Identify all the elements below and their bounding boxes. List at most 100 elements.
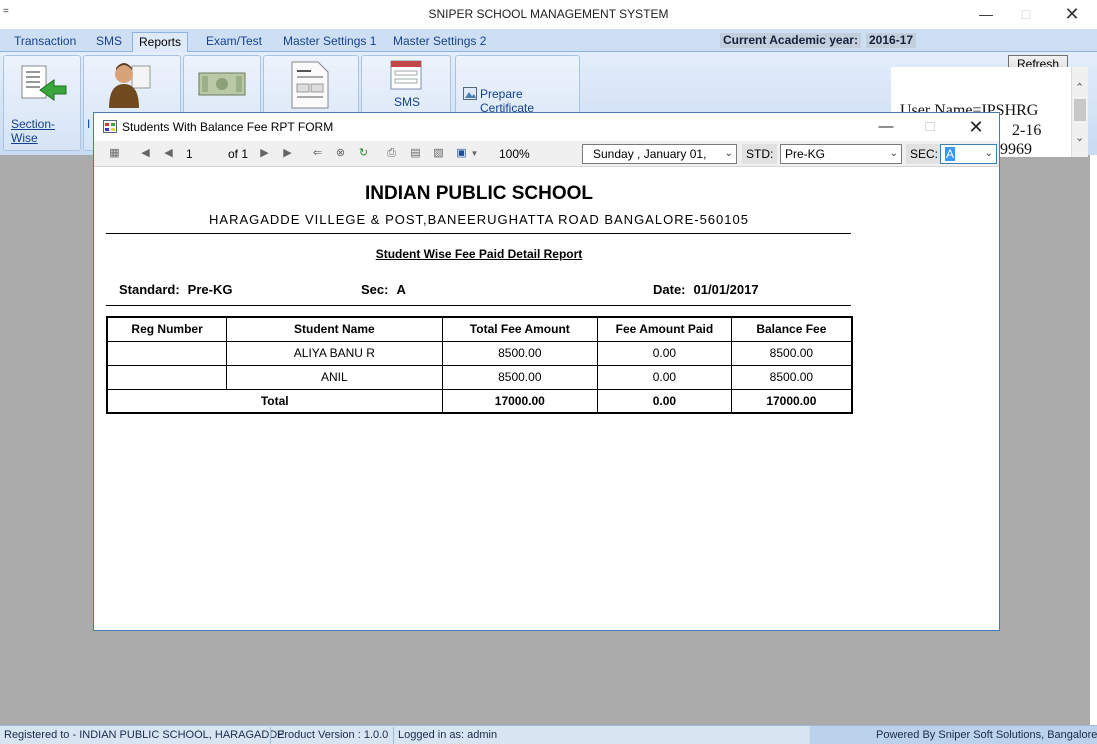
zoom-level[interactable]: 100% — [499, 147, 530, 161]
sms-label: SMS — [394, 95, 421, 109]
minimize-icon[interactable]: — — [966, 2, 1006, 26]
tab-master-settings-2[interactable]: Master Settings 2 — [387, 32, 492, 52]
previous-page-icon[interactable]: ◀ — [162, 147, 175, 160]
save-icon[interactable]: ▣ — [455, 147, 468, 160]
section-label: Sec: — [361, 282, 389, 297]
print-layout-icon[interactable]: ▤ — [409, 147, 422, 160]
std-value: Pre-KG — [785, 147, 826, 161]
total-fee-cell: 8500.00 — [441, 364, 599, 390]
sms-form-icon — [390, 60, 422, 90]
maximize-icon[interactable]: □ — [912, 116, 948, 138]
chevron-down-icon[interactable]: ⌄ — [985, 145, 993, 163]
date-picker[interactable]: Sunday , January 01, ⌄ — [582, 144, 737, 164]
tab-exam-test[interactable]: Exam/Test — [200, 32, 268, 52]
school-address: HARAGADDE VILLEGE & POST,BANEERUGHATTA R… — [209, 212, 749, 227]
date-value: Sunday , January 01, — [593, 147, 707, 161]
reg-number-cell — [106, 364, 228, 390]
total-fee-cell: 8500.00 — [441, 340, 599, 366]
report-title: Student Wise Fee Paid Detail Report — [375, 247, 583, 261]
page-setup-icon[interactable]: ▧ — [432, 147, 445, 160]
picture-icon — [463, 87, 477, 100]
column-header: Fee Amount Paid — [597, 316, 732, 342]
divider — [106, 305, 851, 306]
refresh-icon[interactable]: ↻ — [357, 147, 370, 160]
fee-paid-cell: 0.00 — [597, 340, 732, 366]
column-header: Student Name — [226, 316, 443, 342]
section-value: A — [396, 282, 406, 297]
report-page: INDIAN PUBLIC SCHOOL HARAGADDE VILLEGE &… — [94, 167, 999, 630]
divider — [106, 233, 851, 234]
next-page-icon[interactable]: ▶ — [258, 147, 271, 160]
tab-master-settings-1[interactable]: Master Settings 1 — [277, 32, 382, 52]
group-tree-icon[interactable]: ▦ — [108, 147, 121, 160]
chevron-down-icon[interactable]: ⌄ — [725, 145, 733, 163]
table-row: ALIYA BANU R 8500.00 0.00 8500.00 — [106, 340, 853, 366]
sec-select[interactable]: A ⌄ — [940, 144, 997, 164]
form-icon — [103, 120, 117, 133]
stop-icon[interactable]: ⊗ — [334, 147, 347, 160]
sms-button[interactable]: SMS — [378, 58, 434, 116]
report-viewer-toolbar: ▦ ◀ ◀ 1 of 1 ▶ ▶ ⇐ ⊗ ↻ ⎙ ▤ ▧ ▣ ▼ 100% Su… — [94, 141, 999, 167]
report-window: Students With Balance Fee RPT FORM — □ ✕… — [93, 112, 1000, 631]
minimize-icon[interactable]: — — [868, 116, 904, 138]
back-icon[interactable]: ⇐ — [311, 147, 324, 160]
status-separator — [393, 727, 394, 744]
print-icon[interactable]: ⎙ — [385, 147, 398, 160]
close-icon[interactable]: ✕ — [958, 116, 994, 138]
column-header: Reg Number — [106, 316, 228, 342]
last-page-icon[interactable]: ▶ — [281, 147, 294, 160]
fee-paid-cell: 0.00 — [597, 364, 732, 390]
date-label: Date: — [653, 282, 686, 297]
total-balance-sum-cell: 17000.00 — [730, 388, 853, 414]
scroll-down-icon[interactable]: ⌄ — [1075, 131, 1084, 144]
sec-label: SEC: — [906, 144, 943, 164]
logged-in-text: Logged in as: admin — [398, 729, 498, 741]
page-count-label: of 1 — [228, 147, 249, 161]
table-header-row: Reg Number Student Name Total Fee Amount… — [106, 316, 853, 342]
student-name-cell: ANIL — [226, 364, 443, 390]
main-titlebar: = SNIPER SCHOOL MANAGEMENT SYSTEM — □ ✕ — [0, 0, 1097, 29]
maximize-icon[interactable]: □ — [1006, 2, 1046, 26]
section-wise-label: Section-Wise — [11, 117, 56, 145]
current-page-field[interactable]: 1 — [186, 147, 193, 161]
first-page-icon[interactable]: ◀ — [139, 147, 152, 160]
scroll-up-icon[interactable]: ⌃ — [1075, 81, 1084, 94]
tab-reports[interactable]: Reports — [132, 32, 189, 52]
school-name: INDIAN PUBLIC SCHOOL — [365, 183, 593, 204]
academic-year-label: Current Academic year: — [720, 33, 861, 48]
report-date-value: 01/01/2017 — [693, 282, 759, 297]
document-report-icon[interactable] — [290, 60, 330, 110]
sec-value: A — [945, 147, 956, 161]
total-label-cell: Total — [106, 388, 443, 414]
fee-table: Reg Number Student Name Total Fee Amount… — [106, 316, 853, 414]
academic-year-value: 2016-17 — [866, 33, 917, 48]
report-window-titlebar: Students With Balance Fee RPT FORM — □ ✕ — [94, 113, 999, 141]
standard-info: Standard: Pre-KG — [119, 282, 232, 297]
balance-fee-cell: 8500.00 — [730, 364, 853, 390]
status-separator — [270, 727, 271, 744]
currency-note-icon[interactable] — [198, 72, 246, 96]
prepare-certificate-label: Prepare Certificate — [480, 87, 535, 115]
user-info-scrollbar[interactable]: ⌃ ⌄ — [1071, 67, 1088, 157]
tab-transaction[interactable]: Transaction — [8, 32, 82, 52]
balance-fee-cell: 8500.00 — [730, 340, 853, 366]
individual-label: I — [87, 117, 91, 131]
close-icon[interactable]: ✕ — [1052, 2, 1092, 26]
tab-sms[interactable]: SMS — [90, 32, 128, 52]
prepare-certificate-button[interactable]: Prepare Certificate — [462, 86, 576, 115]
report-list-icon — [21, 65, 67, 101]
std-select[interactable]: Pre-KG ⌄ — [780, 144, 902, 164]
chevron-down-icon[interactable]: ⌄ — [890, 145, 898, 163]
column-header: Balance Fee — [730, 316, 853, 342]
scroll-thumb[interactable] — [1074, 99, 1086, 121]
reg-number-cell — [106, 340, 228, 366]
person-icon — [109, 63, 151, 108]
student-name-cell: ALIYA BANU R — [226, 340, 443, 366]
right-edge-strip — [1090, 155, 1097, 725]
registered-to-text: Registered to - INDIAN PUBLIC SCHOOL, HA… — [4, 729, 285, 741]
section-wise-button[interactable]: Section-Wise — [10, 58, 74, 145]
date-info: Date: 01/01/2017 — [653, 282, 759, 297]
report-window-title: Students With Balance Fee RPT FORM — [122, 120, 334, 134]
standard-label: Standard: — [119, 282, 180, 297]
chevron-down-icon[interactable]: ▼ — [468, 147, 481, 160]
